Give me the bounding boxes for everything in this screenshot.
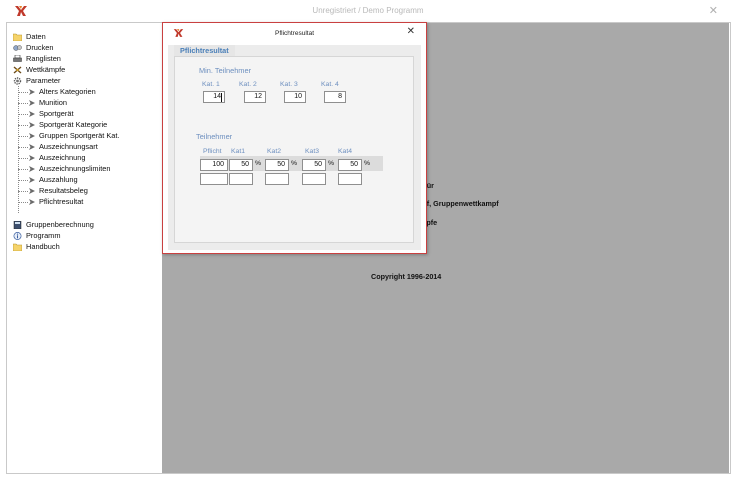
- print-icon: [13, 45, 22, 51]
- tree-connector: [18, 180, 28, 181]
- tree-item-label: Auszeichnungslimiten: [39, 164, 111, 173]
- arrow-right-icon: [29, 133, 35, 139]
- min-kat-2-field[interactable]: 12: [244, 91, 266, 103]
- arrow-right-icon: [29, 199, 35, 205]
- kat-3-label: Kat. 3: [280, 81, 298, 88]
- header-kat3: Kat3: [305, 148, 319, 155]
- window-title: Unregistriert / Demo Programm: [312, 6, 424, 15]
- tree-item-label: Drucken: [26, 43, 54, 52]
- new-kat4-field[interactable]: [338, 173, 362, 185]
- tree-connector: [18, 147, 28, 148]
- kat3-percent-field[interactable]: 50: [302, 159, 326, 171]
- kat3-percent-sign: %: [328, 160, 335, 167]
- tree-item-label: Handbuch: [26, 242, 60, 251]
- tree-item-label: Ranglisten: [26, 54, 61, 63]
- folder-icon: [13, 243, 22, 251]
- kat2-percent-field[interactable]: 50: [265, 159, 289, 171]
- arrow-right-icon: [29, 111, 35, 117]
- tree-item-label: Wettkämpfe: [26, 65, 66, 74]
- tree-item-label: Programm: [26, 231, 61, 240]
- kat1-percent-sign: %: [255, 160, 262, 167]
- new-kat3-field[interactable]: [302, 173, 326, 185]
- tree-item-label: Auszeichnung: [39, 153, 86, 162]
- tree-connector: [18, 92, 28, 93]
- arrow-right-icon: [29, 100, 35, 106]
- min-teilnehmer-label: Min. Teilnehmer: [199, 66, 252, 75]
- window-close-icon[interactable]: ✕: [709, 4, 718, 17]
- tree-connector: [18, 136, 28, 137]
- tree-item-label: Pflichtresultat: [39, 197, 84, 206]
- dialog-body: Pflichtresultat Min. Teilnehmer Kat. 1 K…: [168, 45, 421, 250]
- tree-item-label: Sportgerät: [39, 109, 74, 118]
- dialog-close-icon[interactable]: ✕: [407, 26, 415, 37]
- tree-connector: [18, 202, 28, 203]
- kat-4-label: Kat. 4: [321, 81, 339, 88]
- tab-panel: Min. Teilnehmer Kat. 1 Kat. 2 Kat. 3 Kat…: [174, 56, 414, 243]
- copyright-text: Copyright 1996-2014: [371, 272, 442, 281]
- text-caret: [221, 93, 222, 102]
- arrow-right-icon: [29, 166, 35, 172]
- crossed-swords-icon: [13, 66, 22, 74]
- arrow-right-icon: [29, 188, 35, 194]
- min-kat-4-field[interactable]: 8: [324, 91, 346, 103]
- header-pflicht: Pflicht: [203, 148, 222, 155]
- arrow-right-icon: [29, 89, 35, 95]
- gear-icon: [13, 77, 22, 85]
- arrow-right-icon: [29, 122, 35, 128]
- tree-item-label: Alters Kategorien: [39, 87, 96, 96]
- navigation-tree: Daten Drucken Ranglisten Wettkämpfe Para…: [7, 23, 157, 473]
- calculator-icon: [13, 221, 22, 229]
- tree-item-label: Daten: [26, 32, 46, 41]
- kat2-percent-sign: %: [291, 160, 298, 167]
- folder-icon: [13, 33, 22, 41]
- window-titlebar: Unregistriert / Demo Programm ✕: [0, 0, 736, 22]
- pflichtresultat-dialog: Pflichtresultat ✕ Pflichtresultat Min. T…: [162, 22, 427, 254]
- tree-item-label: Auszeichnungsart: [39, 142, 98, 151]
- kat-2-label: Kat. 2: [239, 81, 257, 88]
- header-kat4: Kat4: [338, 148, 352, 155]
- tree-connector: [18, 158, 28, 159]
- tree-item-label: Gruppen Sportgerät Kat.: [39, 131, 120, 140]
- tree-connector: [18, 114, 28, 115]
- tree-item-label: Gruppenberechnung: [26, 220, 94, 229]
- tree-connector-vertical: [18, 86, 19, 213]
- kat4-percent-field[interactable]: 50: [338, 159, 362, 171]
- tree-item-label: Sportgerät Kategorie: [39, 120, 108, 129]
- dialog-title: Pflichtresultat: [274, 30, 315, 37]
- arrow-right-icon: [29, 144, 35, 150]
- arrow-right-icon: [29, 155, 35, 161]
- new-kat2-field[interactable]: [265, 173, 289, 185]
- kat1-percent-field[interactable]: 50: [229, 159, 253, 171]
- tree-item-label: Munition: [39, 98, 67, 107]
- tree-item-label: Parameter: [26, 76, 61, 85]
- header-kat1: Kat1: [231, 148, 245, 155]
- header-kat2: Kat2: [267, 148, 281, 155]
- teilnehmer-label: Teilnehmer: [196, 132, 233, 141]
- welcome-text-line-2: mpf, Gruppenwettkampf: [416, 199, 499, 208]
- new-kat1-field[interactable]: [229, 173, 253, 185]
- printer-icon: [13, 55, 22, 62]
- tree-connector: [18, 191, 28, 192]
- kat-1-label: Kat. 1: [202, 81, 220, 88]
- tree-connector: [18, 125, 28, 126]
- min-kat-3-field[interactable]: 10: [284, 91, 306, 103]
- tree-item-label: Resultatsbeleg: [39, 186, 88, 195]
- tree-connector: [18, 103, 28, 104]
- info-icon: [13, 232, 22, 240]
- tree-connector: [18, 169, 28, 170]
- new-pflicht-field[interactable]: [200, 173, 228, 185]
- pflicht-field[interactable]: 100: [200, 159, 228, 171]
- tree-item-label: Auszahlung: [39, 175, 78, 184]
- arrow-right-icon: [29, 177, 35, 183]
- kat4-percent-sign: %: [364, 160, 371, 167]
